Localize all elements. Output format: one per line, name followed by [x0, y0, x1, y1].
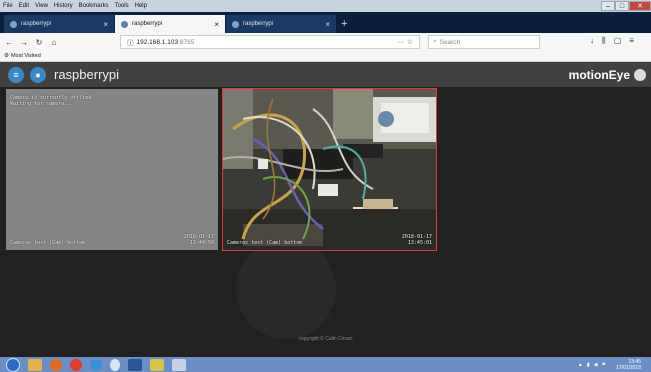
user-icon: ●: [35, 69, 41, 80]
new-tab-icon[interactable]: +: [341, 15, 347, 33]
navigation-bar: ← → ↻ ⌂ ⓘ 192.168.1.103 :8765 ··· ☆ ⌕ Se…: [0, 33, 651, 51]
internet-explorer-icon[interactable]: [90, 358, 102, 371]
browser-menubar: File Edit View History Bookmarks Tools H…: [0, 0, 651, 12]
tab-label: raspberrypi: [132, 21, 163, 27]
camera-frame-live[interactable]: Cameras test (Cam) bottom 2018-01-17 13:…: [222, 88, 437, 251]
camera-frame-offline[interactable]: Camera is currently offline Waiting for …: [6, 89, 218, 250]
url-host: 192.168.1.103: [136, 38, 179, 46]
library-icon[interactable]: ⫼: [602, 36, 606, 46]
system-tray: ▲ ▮ ◀ ⚑ 13:45 17/01/2018: [578, 359, 651, 371]
system-clock[interactable]: 13:45 17/01/2018: [616, 359, 641, 371]
reload-icon[interactable]: ↻: [33, 38, 45, 47]
camera-timestamp-overlay: 2018-01-17 13:44:50: [183, 234, 214, 246]
url-port: :8765: [178, 38, 195, 46]
motioneye-logo-icon: [634, 68, 646, 81]
tab-label: raspberrypi: [243, 21, 274, 27]
menu-view[interactable]: View: [32, 3, 51, 9]
user-button[interactable]: ●: [30, 66, 46, 83]
brand-name: motionEye: [568, 67, 630, 82]
brand-logo: motionEye: [569, 68, 651, 82]
toolbar-icons: ↓ ⫼ ▢ ≡: [590, 36, 634, 46]
motioneye-watermark-icon: [236, 239, 336, 339]
windows-taskbar: ▲ ▮ ◀ ⚑ 13:45 17/01/2018: [0, 357, 651, 372]
home-icon[interactable]: ⌂: [48, 38, 60, 47]
camera-status-text: Camera is currently offline Waiting for …: [10, 95, 92, 107]
page-actions-icon[interactable]: ··· ☆: [398, 38, 413, 46]
firefox-icon[interactable]: [50, 358, 62, 371]
menu-bookmarks[interactable]: Bookmarks: [76, 3, 112, 9]
tab-label: raspberrypi: [21, 21, 52, 27]
minimize-icon[interactable]: –: [601, 1, 615, 11]
camera-name-overlay: Cameras test (Cam) bottom: [227, 240, 303, 246]
back-arrow-icon[interactable]: ←: [3, 38, 15, 47]
paint-icon[interactable]: [172, 358, 186, 371]
tab-raspberrypi-2[interactable]: raspberrypi ×: [115, 15, 225, 33]
tab-bar: raspberrypi × raspberrypi × raspberrypi …: [0, 12, 651, 33]
close-window-icon[interactable]: ✕: [629, 1, 651, 11]
start-button[interactable]: [6, 357, 20, 372]
search-placeholder: Search: [439, 38, 461, 46]
favicon-icon: [121, 20, 128, 28]
bookmarks-toolbar: ⚙ Most Visited: [0, 51, 651, 62]
close-tab-icon[interactable]: ×: [214, 20, 219, 29]
site-info-icon[interactable]: ⓘ: [127, 37, 134, 47]
file-explorer-icon[interactable]: [28, 358, 42, 371]
menu-tools[interactable]: Tools: [112, 3, 132, 9]
volume-icon[interactable]: ◀: [594, 362, 598, 368]
bookmark-most-visited[interactable]: Most Visited: [11, 53, 41, 59]
camera-name-overlay: Cameras test (Cam) bottom: [10, 240, 86, 246]
media-player-icon[interactable]: [110, 358, 120, 371]
menu-help[interactable]: Help: [132, 3, 150, 9]
word-icon[interactable]: [128, 358, 142, 371]
maximize-icon[interactable]: □: [615, 1, 629, 11]
page-title: raspberrypi: [54, 67, 120, 82]
sidebar-icon[interactable]: ▢: [614, 36, 622, 46]
network-icon[interactable]: ▮: [587, 362, 590, 368]
camera-timestamp-overlay: 2018-01-17 13:45:01: [401, 234, 432, 246]
app-icon[interactable]: [150, 358, 164, 371]
hamburger-icon: ≡: [13, 69, 19, 80]
address-bar[interactable]: ⓘ 192.168.1.103 :8765 ··· ☆: [120, 35, 420, 49]
menu-file[interactable]: File: [0, 3, 16, 9]
app-header: ≡ ● raspberrypi motionEye: [0, 62, 651, 87]
window-controls: – □ ✕: [601, 0, 651, 12]
camera-live-feed: [223, 89, 436, 250]
tray-arrow-icon[interactable]: ▲: [578, 362, 583, 368]
clock-date: 17/01/2018: [615, 364, 641, 371]
main-menu-button[interactable]: ≡: [8, 66, 24, 83]
favicon-icon: [10, 20, 17, 28]
camera-grid: Camera is currently offline Waiting for …: [0, 87, 651, 357]
tab-raspberrypi-1[interactable]: raspberrypi ×: [4, 15, 114, 33]
hamburger-menu-icon[interactable]: ≡: [629, 36, 634, 46]
chrome-icon[interactable]: [70, 358, 82, 371]
copyright-footer: copyright © Calin Crisan: [298, 336, 353, 342]
flag-icon[interactable]: ⚑: [601, 362, 605, 368]
download-icon[interactable]: ↓: [590, 36, 594, 46]
menu-edit[interactable]: Edit: [16, 3, 32, 9]
gear-icon: ⚙: [4, 53, 9, 59]
tab-raspberrypi-3[interactable]: raspberrypi ×: [226, 15, 336, 33]
close-tab-icon[interactable]: ×: [103, 20, 108, 29]
search-icon: ⌕: [433, 38, 437, 45]
forward-arrow-icon[interactable]: →: [18, 38, 30, 47]
favicon-icon: [232, 20, 239, 28]
menu-history[interactable]: History: [51, 3, 76, 9]
search-input[interactable]: ⌕ Search: [428, 35, 540, 49]
close-tab-icon[interactable]: ×: [325, 20, 330, 29]
